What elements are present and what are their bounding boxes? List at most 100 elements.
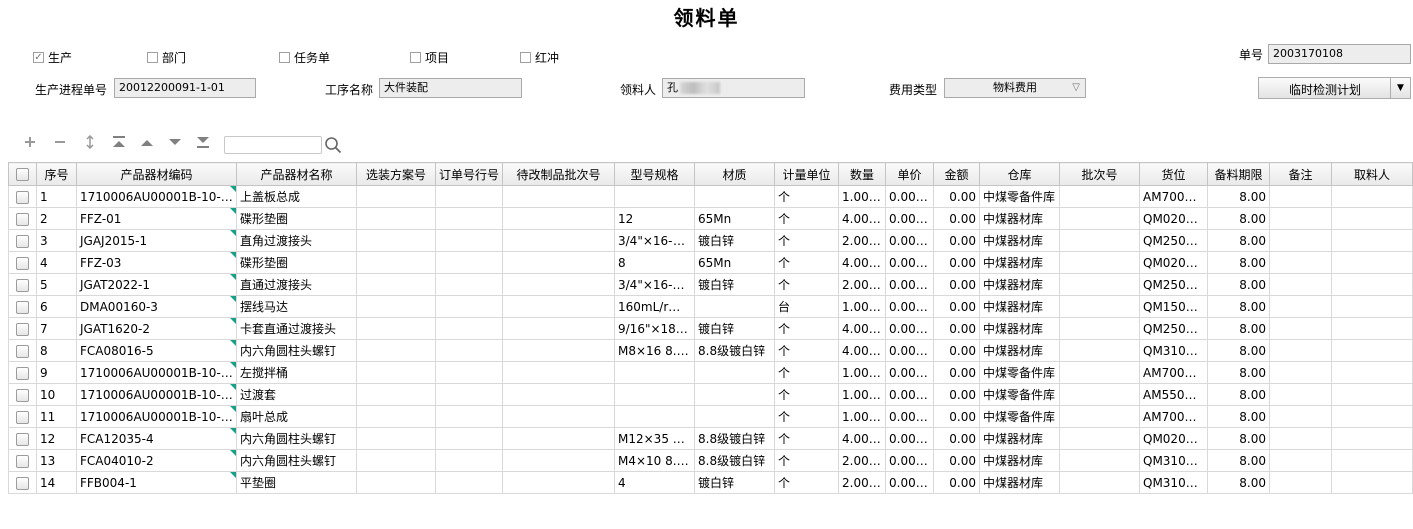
cell-amount[interactable]: 0.00: [933, 251, 980, 274]
cell-remark[interactable]: [1269, 339, 1332, 362]
dropdown-arrow-icon[interactable]: ▼: [1390, 78, 1410, 98]
move-top-icon[interactable]: [111, 135, 127, 153]
cell-order-line[interactable]: [435, 339, 503, 362]
cell-deadline[interactable]: 8.00: [1207, 229, 1270, 252]
cell-remark[interactable]: [1269, 449, 1332, 472]
cell-location[interactable]: QM250706: [1139, 317, 1208, 340]
cell-order-line[interactable]: [435, 405, 503, 428]
cell-location[interactable]: QM250617: [1139, 273, 1208, 296]
cell-option-no[interactable]: [356, 229, 436, 252]
row-checkbox[interactable]: [16, 278, 29, 292]
cell-quantity[interactable]: 1.0000: [838, 383, 886, 406]
cell-spec[interactable]: 4: [614, 471, 695, 494]
col-header[interactable]: 取料人: [1331, 162, 1413, 186]
cell-quantity[interactable]: 4.0000: [838, 317, 886, 340]
temp-inspection-plan-button[interactable]: 临时检测计划 ▼: [1258, 77, 1411, 99]
table-row[interactable]: 14 FFB004-1 平垫圈 4 镀白锌 个 2.0000 0.0000 0.00 中煤器材库 Q…: [8, 471, 1413, 494]
cell-spec[interactable]: [614, 405, 695, 428]
row-select-cell[interactable]: [8, 185, 37, 208]
cell-deadline[interactable]: 8.00: [1207, 449, 1270, 472]
cell-product-name[interactable]: 扇叶总成: [236, 405, 357, 428]
cell-pending-batch[interactable]: [502, 229, 615, 252]
cell-deadline[interactable]: 8.00: [1207, 273, 1270, 296]
col-header[interactable]: 数量: [838, 162, 886, 186]
row-checkbox[interactable]: [16, 366, 29, 380]
expense-select[interactable]: 物料费用 ▽: [944, 78, 1086, 98]
col-header[interactable]: 批次号: [1059, 162, 1140, 186]
cell-pending-batch[interactable]: [502, 273, 615, 296]
cell-order-line[interactable]: [435, 185, 503, 208]
cell-material[interactable]: 65Mn: [694, 251, 775, 274]
cell-deadline[interactable]: 8.00: [1207, 185, 1270, 208]
cell-picker[interactable]: [1331, 251, 1413, 274]
cell-product-code[interactable]: JGAT2022-1: [76, 273, 237, 296]
cell-product-code[interactable]: FFZ-03: [76, 251, 237, 274]
row-select-cell[interactable]: [8, 449, 37, 472]
filter-project[interactable]: 项目: [410, 49, 449, 66]
cell-option-no[interactable]: [356, 251, 436, 274]
cell-unit[interactable]: 个: [774, 185, 839, 208]
cell-unit-price[interactable]: 0.0000: [885, 471, 934, 494]
col-header[interactable]: 货位: [1139, 162, 1208, 186]
cell-warehouse[interactable]: 中煤零备件库: [979, 361, 1060, 384]
filter-task[interactable]: 任务单: [279, 49, 330, 66]
table-row[interactable]: 7 JGAT1620-2 卡套直通过渡接头 9/16"×18-3... 镀白锌 个 4.00…: [8, 317, 1413, 340]
cell-unit-price[interactable]: 0.0000: [885, 317, 934, 340]
col-header[interactable]: 产品器材编码: [76, 162, 237, 186]
checkbox[interactable]: [279, 52, 290, 63]
cell-row-number[interactable]: 3: [36, 229, 77, 252]
cell-unit[interactable]: 个: [774, 229, 839, 252]
cell-spec[interactable]: [614, 383, 695, 406]
cell-order-line[interactable]: [435, 471, 503, 494]
cell-row-number[interactable]: 2: [36, 207, 77, 230]
table-row[interactable]: 12 FCA12035-4 内六角圆柱头螺钉 M12×35 8.... 8.8级镀白锌个…: [8, 427, 1413, 450]
row-checkbox[interactable]: [16, 388, 29, 402]
checkbox[interactable]: [147, 52, 158, 63]
cell-product-name[interactable]: 上盖板总成: [236, 185, 357, 208]
cell-material[interactable]: [694, 383, 775, 406]
cell-product-name[interactable]: 碟形垫圈: [236, 207, 357, 230]
table-row[interactable]: 1 1710006AU00001B-10-90 上盖板总成 个 1.0000 0.0000…: [8, 185, 1413, 208]
cell-product-code[interactable]: DMA00160-3: [76, 295, 237, 318]
cell-quantity[interactable]: 1.0000: [838, 361, 886, 384]
cell-product-code[interactable]: 1710006AU00001B-10-92: [76, 383, 237, 406]
row-checkbox[interactable]: [16, 300, 29, 314]
cell-amount[interactable]: 0.00: [933, 185, 980, 208]
cell-order-line[interactable]: [435, 361, 503, 384]
col-header[interactable]: 产品器材名称: [236, 162, 357, 186]
cell-amount[interactable]: 0.00: [933, 383, 980, 406]
cell-material[interactable]: 8.8级镀白锌: [694, 339, 775, 362]
cell-pending-batch[interactable]: [502, 317, 615, 340]
cell-option-no[interactable]: [356, 339, 436, 362]
cell-order-line[interactable]: [435, 251, 503, 274]
cell-pending-batch[interactable]: [502, 449, 615, 472]
cell-location[interactable]: AM700601: [1139, 361, 1208, 384]
cell-quantity[interactable]: 2.0000: [838, 449, 886, 472]
cell-material[interactable]: 镀白锌: [694, 471, 775, 494]
add-icon[interactable]: [22, 135, 38, 153]
row-checkbox[interactable]: [16, 322, 29, 336]
row-select-cell[interactable]: [8, 361, 37, 384]
cell-product-code[interactable]: FCA04010-2: [76, 449, 237, 472]
cell-quantity[interactable]: 2.0000: [838, 471, 886, 494]
cell-order-line[interactable]: [435, 317, 503, 340]
search-input[interactable]: [224, 136, 322, 154]
filter-department[interactable]: 部门: [147, 49, 186, 66]
cell-quantity[interactable]: 4.0000: [838, 339, 886, 362]
cell-location[interactable]: QM310301: [1139, 449, 1208, 472]
cell-material[interactable]: 8.8级镀白锌: [694, 427, 775, 450]
cell-batch-no[interactable]: [1059, 471, 1140, 494]
cell-product-code[interactable]: JGAT1620-2: [76, 317, 237, 340]
cell-row-number[interactable]: 11: [36, 405, 77, 428]
cell-order-line[interactable]: [435, 207, 503, 230]
cell-pending-batch[interactable]: [502, 361, 615, 384]
cell-product-name[interactable]: 过渡套: [236, 383, 357, 406]
cell-spec[interactable]: [614, 185, 695, 208]
cell-warehouse[interactable]: 中煤零备件库: [979, 185, 1060, 208]
cell-row-number[interactable]: 13: [36, 449, 77, 472]
cell-quantity[interactable]: 2.0000: [838, 273, 886, 296]
cell-spec[interactable]: 9/16"×18-3...: [614, 317, 695, 340]
row-select-cell[interactable]: [8, 251, 37, 274]
cell-deadline[interactable]: 8.00: [1207, 471, 1270, 494]
cell-batch-no[interactable]: [1059, 383, 1140, 406]
